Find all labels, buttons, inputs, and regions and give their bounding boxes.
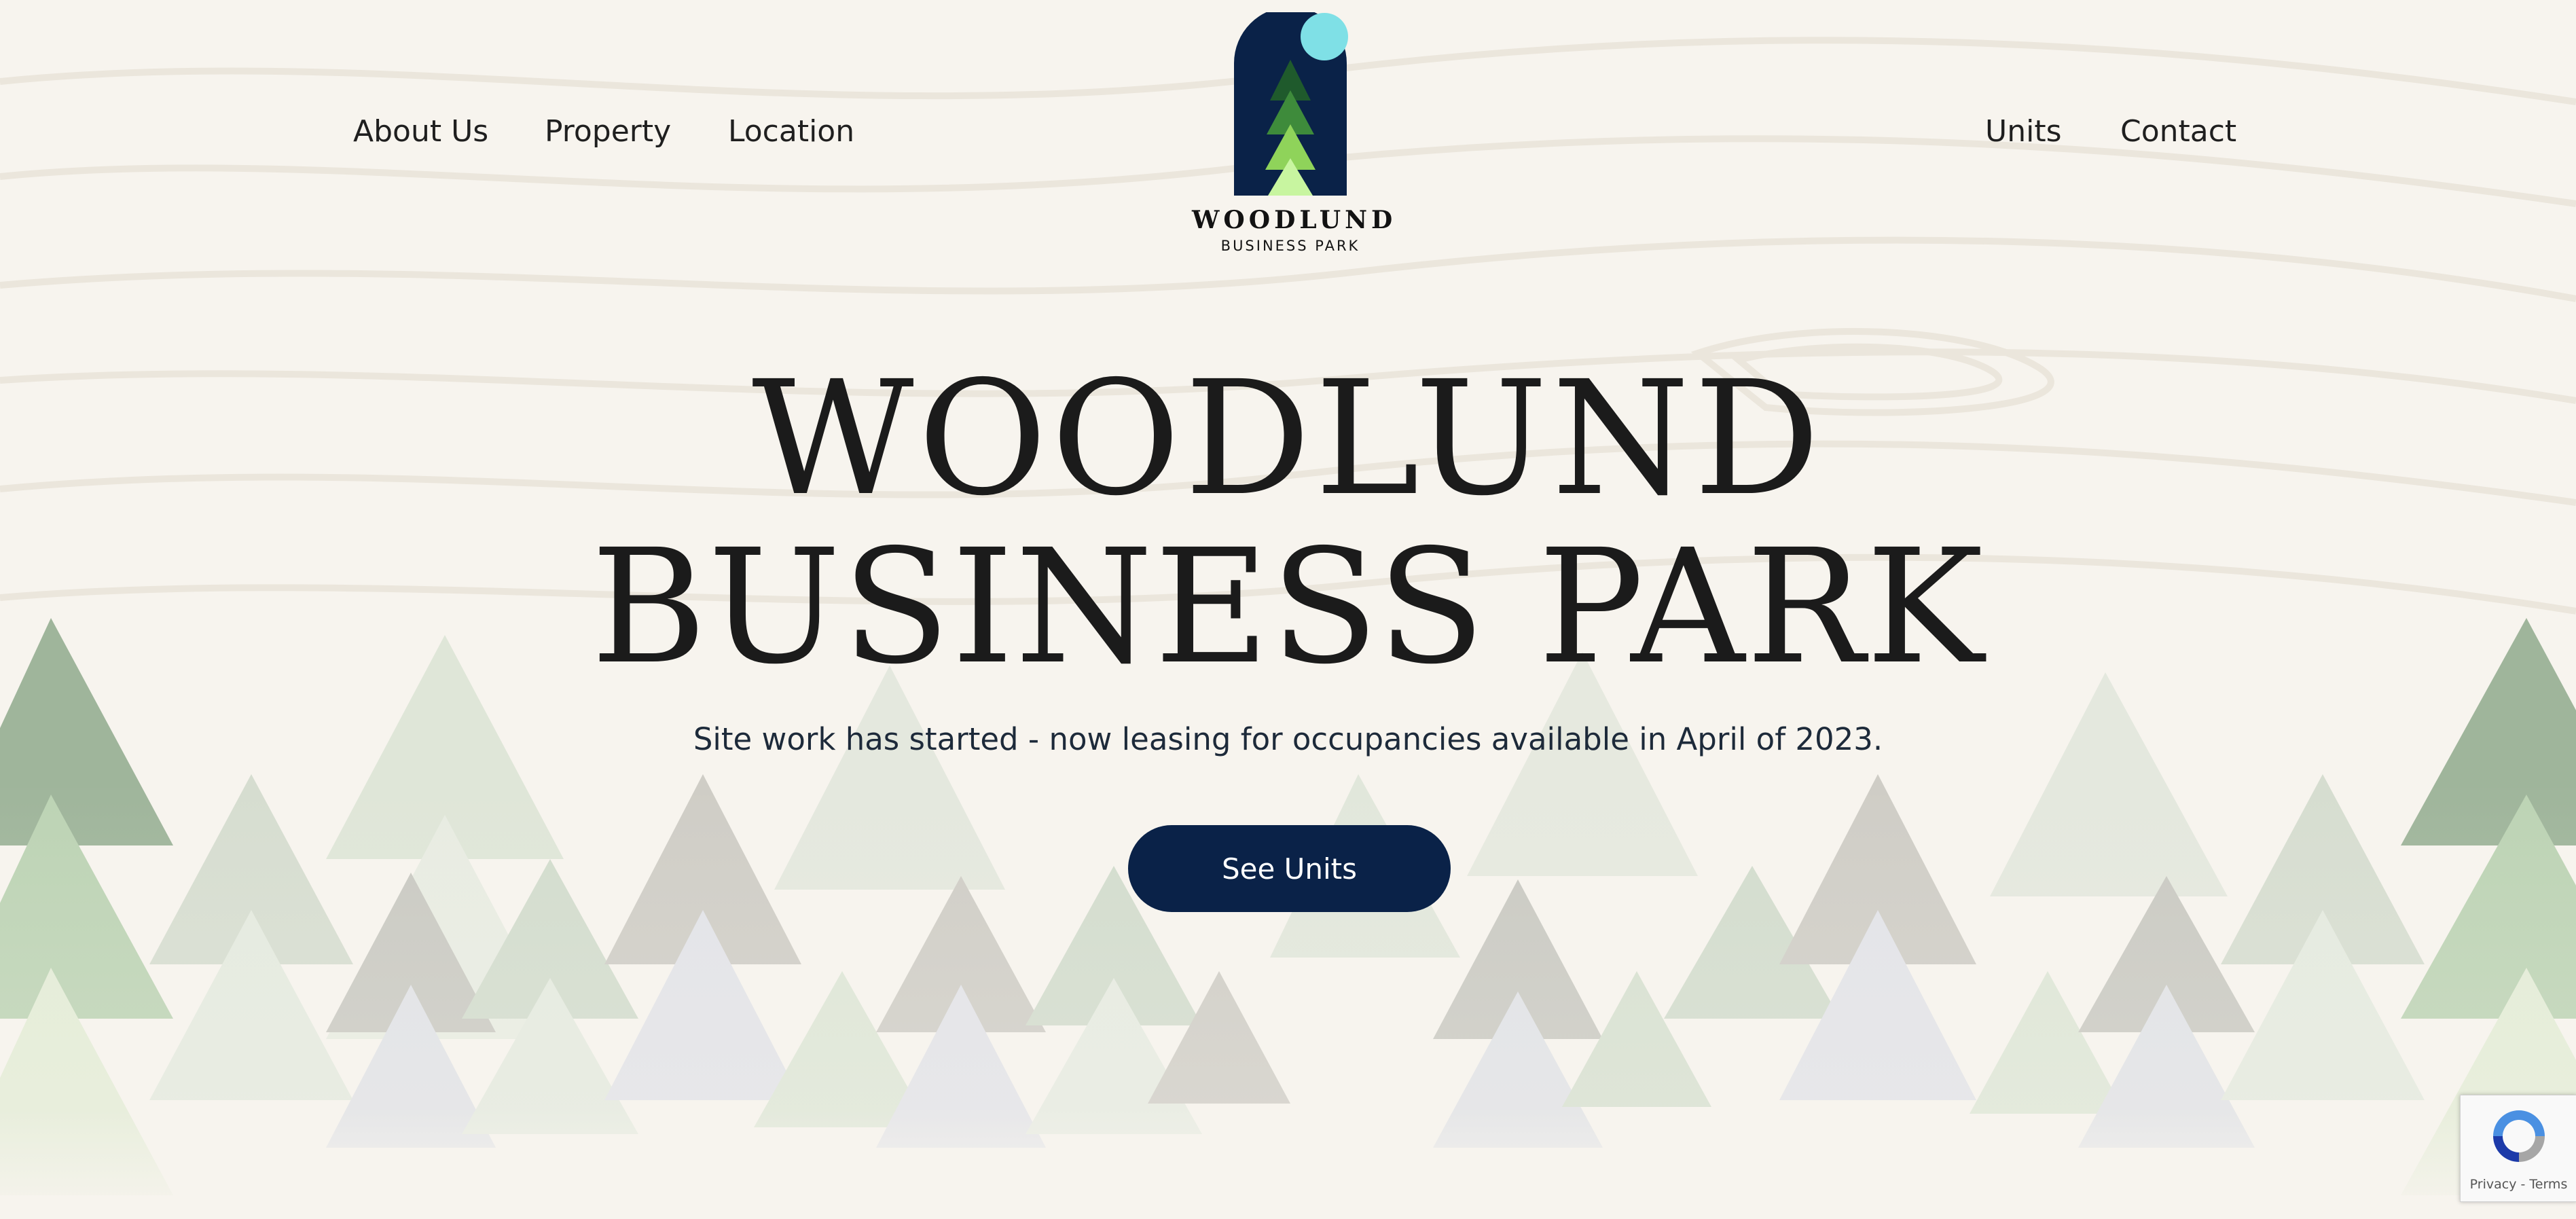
tree-arch-logo-icon bbox=[1234, 12, 1348, 196]
see-units-button[interactable]: See Units bbox=[1128, 825, 1451, 912]
hero-title-line2: BUSINESS PARK bbox=[591, 515, 1985, 699]
recaptcha-privacy-link[interactable]: Privacy bbox=[2470, 1177, 2517, 1192]
nav-location[interactable]: Location bbox=[728, 114, 854, 149]
recaptcha-badge[interactable]: Privacy - Terms bbox=[2460, 1095, 2576, 1202]
recaptcha-separator: - bbox=[2516, 1177, 2530, 1192]
recaptcha-terms-link[interactable]: Terms bbox=[2529, 1177, 2567, 1192]
logo-wordmark: WOODLUND bbox=[1192, 206, 1397, 234]
hero-title-line1: WOODLUND bbox=[752, 347, 1824, 530]
nav-units[interactable]: Units bbox=[1985, 114, 2062, 149]
logo-subtitle: BUSINESS PARK bbox=[1220, 238, 1360, 254]
recaptcha-icon bbox=[2493, 1110, 2545, 1162]
nav-contact[interactable]: Contact bbox=[2120, 114, 2236, 149]
nav-about-us[interactable]: About Us bbox=[353, 114, 488, 149]
recaptcha-links: Privacy - Terms bbox=[2461, 1177, 2576, 1192]
hero-subtitle: Site work has started - now leasing for … bbox=[693, 721, 1883, 757]
site-logo[interactable]: WOODLUND BUSINESS PARK bbox=[1192, 12, 1397, 257]
nav-property[interactable]: Property bbox=[545, 114, 671, 149]
